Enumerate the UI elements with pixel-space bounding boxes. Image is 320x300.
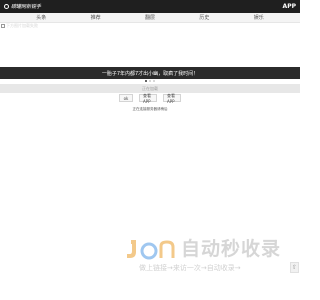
nav-tabs: 头条 推荐 翻层 历史 娱乐 [0, 13, 300, 23]
image-caption: 下方图片加载失败 [6, 23, 38, 28]
watermark-subtitle: 做上链接→来访一次→自动收录→ [139, 264, 241, 272]
carousel-dot[interactable] [153, 80, 155, 82]
tab-headlines[interactable]: 头条 [36, 14, 46, 21]
app-link[interactable]: APP [283, 3, 296, 10]
arrow-up-icon: ⇧ [291, 264, 298, 271]
broken-image-icon [1, 24, 5, 28]
banner[interactable]: 一胎子7年内都7才出小幽，取疯了我时间！ [0, 67, 300, 79]
logo[interactable]: 碳罐网新锐手 [4, 3, 41, 10]
page: 碳罐网新锐手 APP 头条 推荐 翻层 历史 娱乐 下方图片加载失败 一胎子7年… [0, 0, 300, 300]
back-to-top-button[interactable]: ⇧ [290, 262, 299, 273]
logo-text: 碳罐网新锐手 [11, 4, 42, 10]
logo-icon [4, 4, 9, 9]
carousel-dot[interactable] [149, 80, 151, 82]
footer-note: 正在连接服务器请稍后 [132, 107, 168, 111]
loading-text: 正在加载 [142, 85, 158, 91]
watermark: 自动秒收录 做上链接→来访一次→自动收录→ [125, 238, 285, 274]
watermark-title: 自动秒收录 [181, 238, 282, 260]
tab-history[interactable]: 历史 [199, 14, 209, 21]
tab-recommend[interactable]: 推荐 [91, 14, 101, 21]
top-bar: 碳罐网新锐手 APP [0, 0, 300, 13]
tab-third[interactable]: 翻层 [145, 14, 155, 21]
view-app-button[interactable]: 查看APP [139, 93, 157, 104]
button-row: ok 查看APP 查看APP [0, 93, 300, 104]
ok-button[interactable]: ok [119, 94, 133, 102]
carousel-dot-active[interactable] [145, 80, 147, 82]
banner-text: 一胎子7年内都7才出小幽，取疯了我时间！ [101, 70, 199, 77]
tab-entertainment[interactable]: 娱乐 [254, 14, 264, 21]
watermark-logo-icon [127, 240, 175, 260]
view-app-button-2[interactable]: 查看APP [163, 93, 181, 104]
